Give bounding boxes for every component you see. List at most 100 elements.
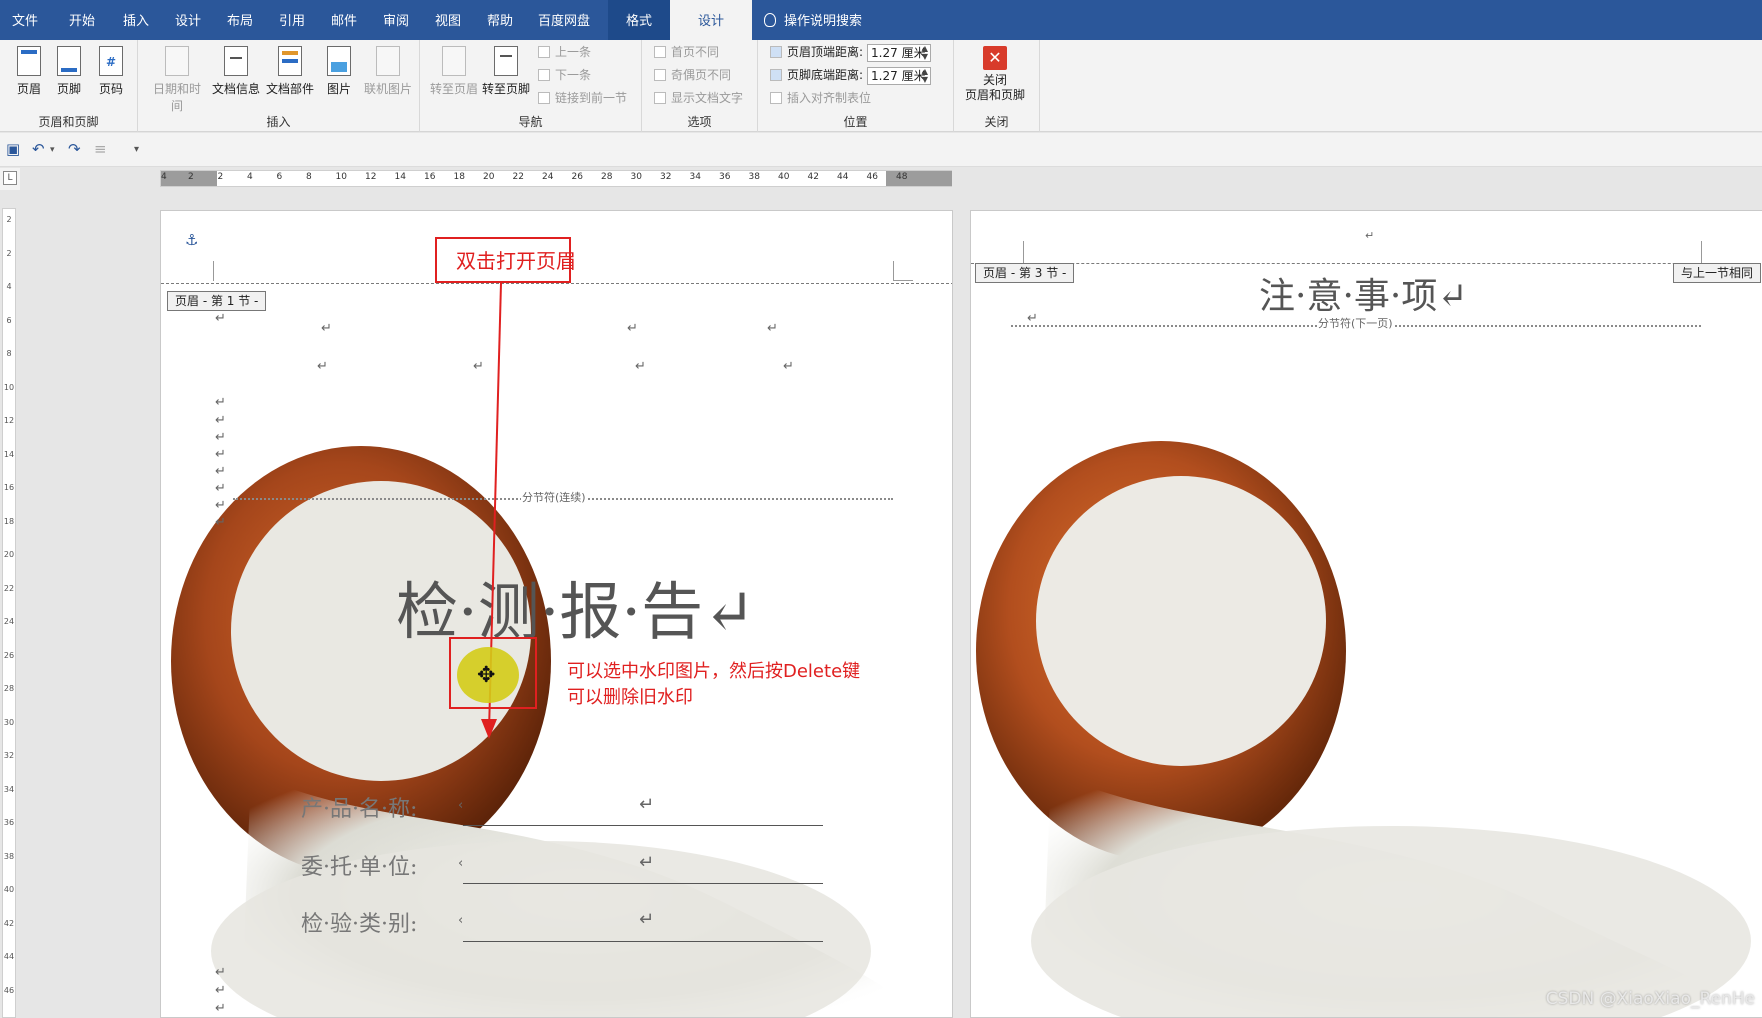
- picture-button[interactable]: 图片: [318, 44, 360, 110]
- footer-button[interactable]: 页脚: [46, 44, 92, 110]
- undo-dropdown-icon[interactable]: ▾: [50, 145, 55, 155]
- goto-footer-button[interactable]: 转至页脚: [480, 44, 532, 110]
- page-number-button[interactable]: # 页码: [88, 44, 134, 110]
- tab-help[interactable]: 帮助: [474, 0, 526, 40]
- vertical-ruler[interactable]: 2 2 4 6 8 10 12 14 16 18 20 22 24 26 28 30 32 34 36 38 40 42 4…: [2, 208, 16, 1018]
- group-header-footer: 页眉 页脚 # 页码 页眉和页脚: [0, 40, 138, 132]
- picture-icon: [327, 46, 351, 76]
- paragraph-mark: ↵: [639, 794, 655, 815]
- paragraph-mark: ↵: [1365, 229, 1375, 242]
- insert-alignment-tab-button[interactable]: 插入对齐制表位: [770, 88, 871, 108]
- tab-references[interactable]: 引用: [266, 0, 318, 40]
- header-boundary: [161, 283, 952, 284]
- ruler-number: 44: [3, 952, 15, 961]
- doc-info-button[interactable]: 文档信息: [210, 44, 262, 110]
- page-1[interactable]: ⚓ 页眉 - 第 1 节 - ↵ ↵ ↵ ↵ ↵ ↵ ↵ ↵ ↵ ↵ ↵ ↵ ↵…: [160, 210, 953, 1018]
- picture-label: 图片: [326, 82, 351, 96]
- ruler-number: 22: [512, 172, 524, 182]
- ruler-number: 34: [689, 172, 701, 182]
- ruler-number: 2: [188, 172, 194, 182]
- redo-icon[interactable]: ↷: [68, 140, 81, 158]
- previous-label: 上一条: [555, 45, 592, 59]
- link-to-previous-label: 链接到前一节: [555, 91, 628, 105]
- ruler-number: 42: [3, 918, 15, 928]
- ruler-number: 36: [3, 818, 15, 827]
- next-label: 下一条: [555, 68, 592, 82]
- ribbon-tab-bar: 文件 开始 插入 设计 布局 引用 邮件 审阅 视图 帮助 百度网盘 格式 设计…: [0, 0, 1762, 40]
- ruler-number: 16: [424, 172, 436, 182]
- tell-me-label: 操作说明搜索: [784, 14, 863, 29]
- previous-button[interactable]: 上一条: [538, 42, 591, 62]
- paragraph-mark: ↵: [215, 515, 226, 530]
- paragraph-mark: ↵: [215, 447, 226, 462]
- tab-file[interactable]: 文件: [0, 0, 50, 40]
- paragraph-mark: ↵: [215, 464, 226, 479]
- quick-parts-button[interactable]: 文档部件: [264, 44, 316, 110]
- goto-header-button[interactable]: 转至页眉: [428, 44, 480, 110]
- field-underline: [463, 883, 823, 884]
- paragraph-mark: ↵: [215, 983, 226, 998]
- ruler-number: 28: [601, 172, 613, 182]
- field-underline: [463, 941, 823, 942]
- csdn-credit: CSDN @XiaoXiao_RenHe: [1545, 989, 1755, 1009]
- lightbulb-icon: [764, 13, 776, 27]
- customize-qat-icon[interactable]: ▾: [134, 144, 139, 155]
- tab-home[interactable]: 开始: [56, 0, 108, 40]
- header-top-input[interactable]: 1.27 厘米 ▲ ▼: [867, 43, 932, 62]
- horizontal-ruler[interactable]: 4 2 2 4 6 8 10 12 14 16 18 20 22 24 26 28 30 32 34 36 38 40 42…: [160, 170, 952, 187]
- next-button[interactable]: 下一条: [538, 65, 591, 85]
- field-underline: [463, 825, 823, 826]
- field-inspection-type: 检·验·类·别:: [301, 912, 418, 937]
- tab-view[interactable]: 视图: [422, 0, 474, 40]
- spin-arrows-icon[interactable]: ▲ ▼: [922, 44, 928, 61]
- tab-header-footer-design[interactable]: 设计: [670, 0, 752, 40]
- rice-bowl-watermark[interactable]: [971, 211, 1762, 1018]
- different-odd-even-checkbox[interactable]: 奇偶页不同: [654, 65, 731, 85]
- format-painter-icon[interactable]: ≡: [94, 140, 107, 158]
- tab-mailings[interactable]: 邮件: [318, 0, 370, 40]
- tab-layout[interactable]: 布局: [214, 0, 266, 40]
- group-options-label: 选项: [687, 115, 712, 129]
- date-time-button[interactable]: 日期和时间: [148, 44, 206, 113]
- ruler-number: 16: [3, 483, 15, 492]
- footer-bottom-icon: [770, 69, 782, 81]
- paragraph-mark: ↵: [627, 321, 638, 336]
- header-button-label: 页眉: [16, 82, 41, 96]
- ruler-number: 24: [3, 617, 15, 626]
- undo-icon[interactable]: ↶: [32, 140, 45, 158]
- doc-info-icon: [224, 46, 248, 76]
- paragraph-mark: ↵: [317, 359, 328, 374]
- ruler-number: 6: [6, 315, 12, 325]
- different-first-page-checkbox[interactable]: 首页不同: [654, 42, 719, 62]
- link-to-previous-button[interactable]: 链接到前一节: [538, 88, 627, 108]
- footer-bottom-value: 1.27 厘米: [871, 68, 926, 83]
- tab-selector[interactable]: L: [0, 168, 20, 190]
- annotation-note-line2: 可以删除旧水印: [567, 687, 693, 708]
- save-icon[interactable]: ▣: [6, 140, 20, 158]
- annotation-note-line1: 可以选中水印图片，然后按Delete键: [567, 661, 861, 682]
- goto-header-icon: [442, 46, 466, 76]
- group-options: 首页不同 奇偶页不同 显示文档文字 选项: [642, 40, 758, 132]
- ruler-number: 14: [3, 449, 15, 459]
- paragraph-mark: ↵: [783, 359, 794, 374]
- ruler-number: 14: [394, 172, 406, 182]
- ruler-number: 46: [866, 172, 878, 182]
- tab-review[interactable]: 审阅: [370, 0, 422, 40]
- tab-design[interactable]: 设计: [162, 0, 214, 40]
- page-3[interactable]: ↵ 页眉 - 第 3 节 - 与上一节相同 注·意·事·项↵ ↵ 分节符(下一页…: [970, 210, 1762, 1018]
- show-document-text-checkbox[interactable]: 显示文档文字: [654, 88, 743, 108]
- spin-arrows-icon[interactable]: ▲ ▼: [922, 67, 928, 84]
- anchor-icon[interactable]: ⚓: [185, 231, 198, 249]
- online-picture-button[interactable]: 联机图片: [362, 44, 414, 110]
- ruler-number: 4: [247, 172, 253, 182]
- tab-insert[interactable]: 插入: [110, 0, 162, 40]
- rice-in-bowl: [1036, 476, 1326, 766]
- footer-bottom-input[interactable]: 1.27 厘米 ▲ ▼: [867, 66, 932, 85]
- ruler-number: 38: [3, 851, 15, 861]
- ruler-number: 10: [335, 172, 347, 182]
- tab-baidu-netdisk[interactable]: 百度网盘: [526, 0, 602, 40]
- tell-me-search[interactable]: 操作说明搜索: [764, 0, 894, 40]
- ruler-number: 40: [3, 885, 15, 894]
- close-header-footer-button[interactable]: ✕ 关闭 页眉和页脚: [960, 46, 1030, 103]
- tab-format[interactable]: 格式: [608, 0, 670, 40]
